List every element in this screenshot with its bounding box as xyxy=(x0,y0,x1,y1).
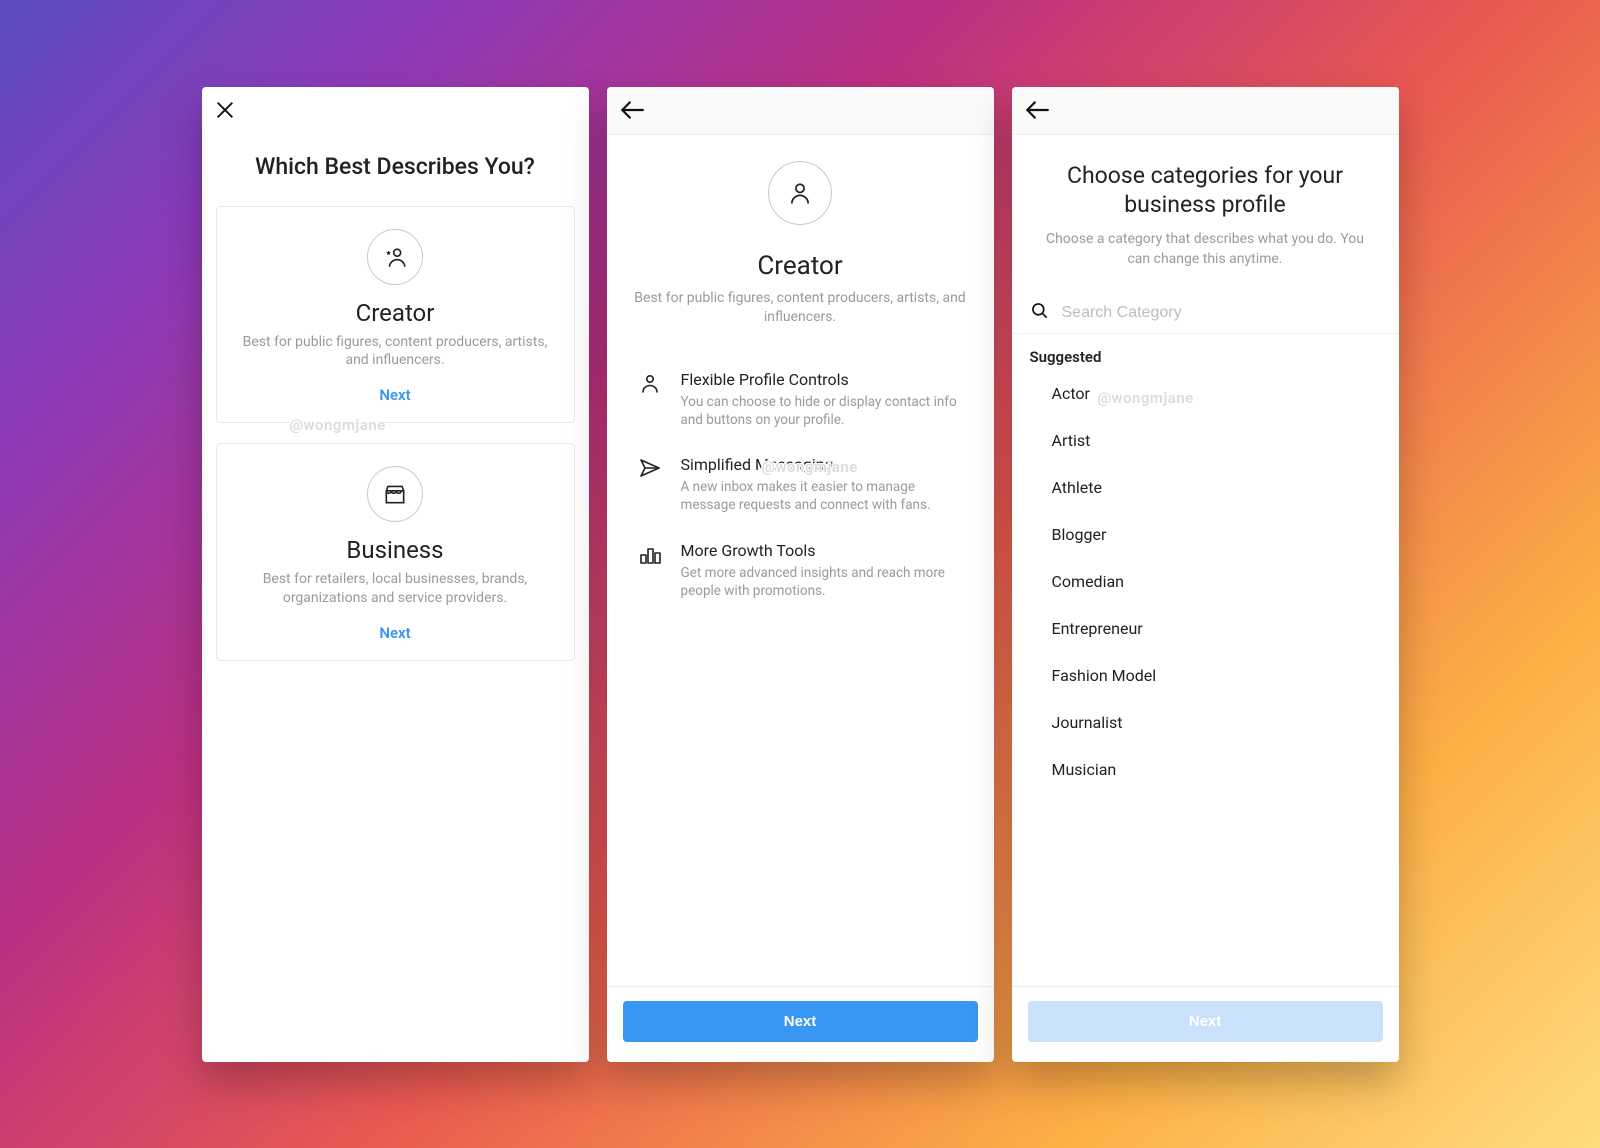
type-card-creator[interactable]: Creator Best for public figures, content… xyxy=(216,206,575,424)
close-icon[interactable] xyxy=(214,99,236,121)
topbar xyxy=(1012,87,1399,135)
search-icon xyxy=(1030,301,1050,325)
feature-row: More Growth Tools Get more advanced insi… xyxy=(627,531,974,616)
page-subtitle: Best for public figures, content produce… xyxy=(631,289,970,328)
send-icon xyxy=(635,455,665,514)
category-item[interactable]: Artist xyxy=(1012,417,1399,464)
feature-desc: You can choose to hide or display contac… xyxy=(681,393,966,429)
category-list: Actor Artist Athlete Blogger Comedian En… xyxy=(1012,370,1399,793)
person-icon xyxy=(635,370,665,429)
feature-row: Simplified Messaging A new inbox makes i… xyxy=(627,445,974,530)
feature-title: Flexible Profile Controls xyxy=(681,370,966,389)
category-item[interactable]: Blogger xyxy=(1012,511,1399,558)
topbar xyxy=(607,87,994,135)
category-item[interactable]: Entrepreneur xyxy=(1012,605,1399,652)
feature-desc: Get more advanced insights and reach mor… xyxy=(681,564,966,600)
card-description: Best for public figures, content produce… xyxy=(235,333,556,371)
screen-choose-type: Which Best Describes You? Creator Best f… xyxy=(202,87,589,1062)
card-title: Business xyxy=(235,536,556,564)
topbar xyxy=(202,87,589,129)
bottom-bar: Next xyxy=(1012,986,1399,1062)
feature-list: Flexible Profile Controls You can choose… xyxy=(607,346,994,630)
bar-chart-icon xyxy=(635,541,665,600)
feature-row: Flexible Profile Controls You can choose… xyxy=(627,360,974,445)
next-link[interactable]: Next xyxy=(379,380,410,406)
category-item[interactable]: Athlete xyxy=(1012,464,1399,511)
feature-desc: A new inbox makes it easier to manage me… xyxy=(681,478,966,514)
back-arrow-icon[interactable] xyxy=(619,99,645,121)
page-heading: Creator xyxy=(631,251,970,281)
creator-star-person-icon xyxy=(367,229,423,285)
type-card-business[interactable]: Business Best for retailers, local busin… xyxy=(216,443,575,661)
storefront-icon xyxy=(367,466,423,522)
back-arrow-icon[interactable] xyxy=(1024,99,1050,121)
page-title: Which Best Describes You? xyxy=(202,129,589,206)
card-description: Best for retailers, local businesses, br… xyxy=(235,570,556,608)
page-title: Choose categories for your business prof… xyxy=(1036,161,1375,221)
card-title: Creator xyxy=(235,299,556,327)
screen-creator-detail: Creator Best for public figures, content… xyxy=(607,87,994,1062)
feature-title: Simplified Messaging xyxy=(681,455,966,474)
suggested-label: Suggested xyxy=(1012,340,1399,370)
feature-title: More Growth Tools xyxy=(681,541,966,560)
search-row[interactable] xyxy=(1012,293,1399,334)
category-item[interactable]: Musician xyxy=(1012,746,1399,793)
person-icon xyxy=(768,161,832,225)
category-item[interactable]: Actor xyxy=(1012,370,1399,417)
next-button[interactable]: Next xyxy=(1028,1001,1383,1042)
search-input[interactable] xyxy=(1062,304,1381,322)
category-item[interactable]: Comedian xyxy=(1012,558,1399,605)
category-item[interactable]: Journalist xyxy=(1012,699,1399,746)
next-link[interactable]: Next xyxy=(379,618,410,644)
category-item[interactable]: Fashion Model xyxy=(1012,652,1399,699)
bottom-bar: Next xyxy=(607,986,994,1062)
next-button[interactable]: Next xyxy=(623,1001,978,1042)
screen-choose-category: Choose categories for your business prof… xyxy=(1012,87,1399,1062)
page-subtitle: Choose a category that describes what yo… xyxy=(1036,230,1375,269)
